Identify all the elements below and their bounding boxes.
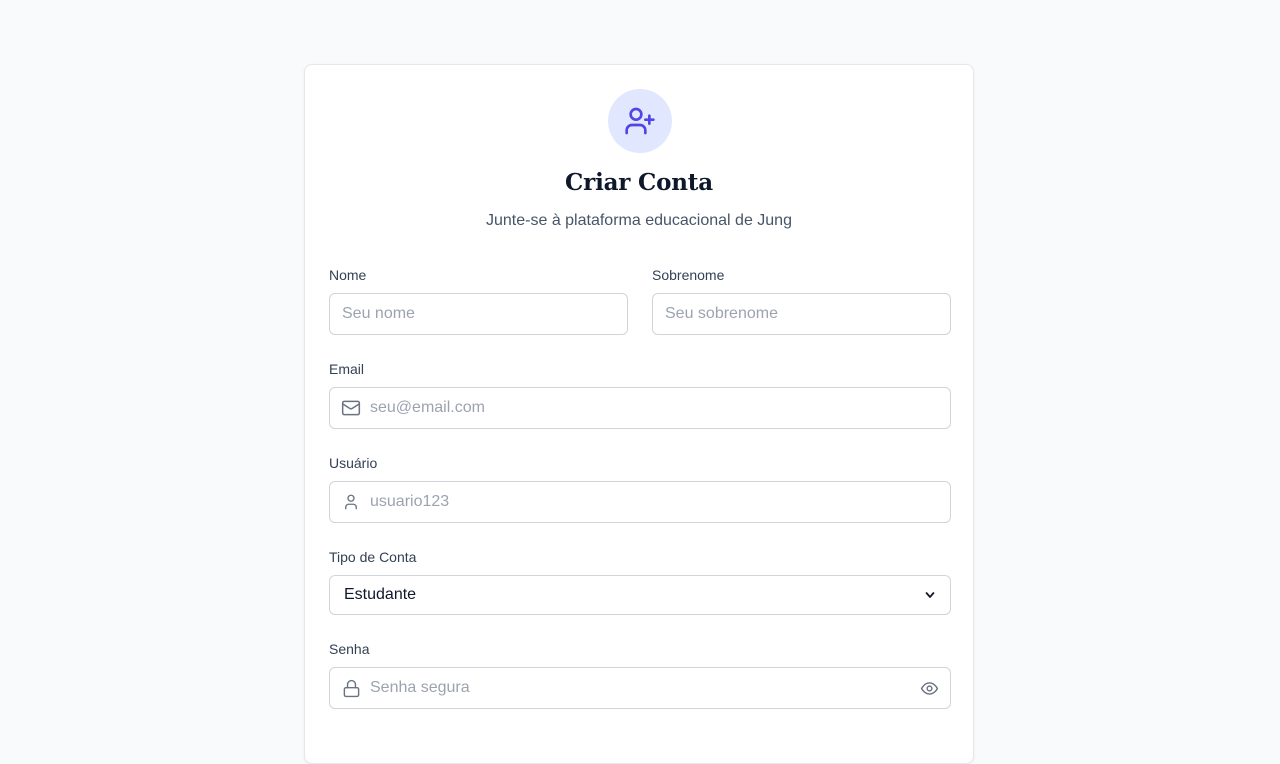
username-label: Usuário: [329, 455, 378, 471]
user-plus-icon: [625, 107, 655, 135]
account-type-select[interactable]: Estudante: [329, 575, 951, 615]
first-name-label: Nome: [329, 267, 367, 283]
last-name-label: Sobrenome: [652, 267, 725, 283]
mail-icon: [341, 398, 361, 418]
account-type-selected-value: Estudante: [344, 586, 417, 603]
password-label: Senha: [329, 641, 370, 657]
page-title: Criar Conta: [565, 169, 713, 196]
user-plus-avatar: [608, 89, 672, 153]
eye-icon[interactable]: [919, 678, 939, 698]
user-icon: [341, 492, 361, 512]
page-subtitle: Junte-se à plataforma educacional de Jun…: [486, 212, 792, 229]
email-label: Email: [329, 361, 365, 377]
last-name-field[interactable]: [652, 293, 951, 335]
first-name-field[interactable]: [329, 293, 628, 335]
username-field[interactable]: [329, 481, 951, 523]
email-field[interactable]: [329, 387, 951, 429]
signup-card: Criar Conta Junte-se à plataforma educac…: [304, 64, 974, 764]
account-type-label: Tipo de Conta: [329, 549, 417, 565]
password-field[interactable]: [329, 667, 951, 709]
chevron-down-icon: [925, 592, 935, 598]
lock-icon: [341, 678, 361, 698]
